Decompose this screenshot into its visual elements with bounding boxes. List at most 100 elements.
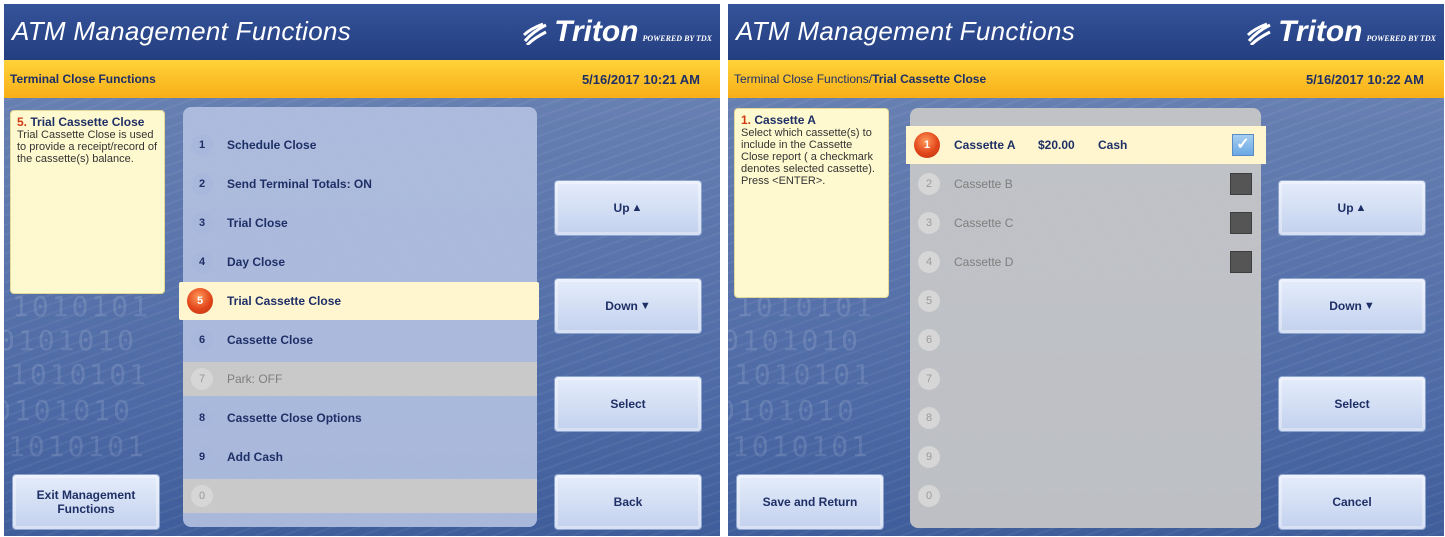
breadcrumb: Terminal Close Functions/Trial Cassette …	[734, 72, 986, 86]
binary-background: 1010101	[732, 430, 872, 463]
help-number: 1.	[741, 113, 752, 127]
option-label: Schedule Close	[227, 138, 317, 152]
binary-background: 1010101	[8, 430, 148, 463]
option-label: Cassette Close	[227, 333, 314, 347]
cassette-row-d[interactable]: 4 Cassette D	[910, 245, 1264, 279]
up-button[interactable]: Up ▲	[554, 180, 702, 236]
option-number: 8	[918, 407, 940, 429]
menu-option-send-terminal-totals[interactable]: 2 Send Terminal Totals: ON	[183, 167, 537, 201]
cassette-row-b[interactable]: 2 Cassette B	[910, 167, 1264, 201]
menu-option-park: 7 Park: OFF	[183, 362, 537, 396]
binary-background: 1010101	[12, 290, 152, 323]
save-return-button-label: Save and Return	[762, 495, 858, 509]
help-panel: 1. Cassette A Select which cassette(s) t…	[734, 108, 889, 298]
cassette-row-empty: 7	[910, 362, 1264, 396]
option-number: 3	[191, 212, 213, 234]
cassette-checkbox-checked[interactable]: ✓	[1232, 134, 1254, 156]
binary-background: 0101010	[728, 324, 862, 357]
terminal-close-functions-screen: 1010101 0101010 1010101 0101010 1010101 …	[4, 4, 720, 536]
up-arrow-icon: ▲	[631, 202, 643, 214]
cancel-button-label: Cancel	[1332, 495, 1372, 509]
help-text: Trial Cassette Close is used to provide …	[17, 129, 158, 165]
option-number: 5	[918, 290, 940, 312]
help-title: 5. Trial Cassette Close	[17, 116, 158, 128]
cassette-row-empty: 6	[910, 323, 1264, 357]
down-button[interactable]: Down ▼	[554, 278, 702, 334]
down-button-label: Down	[605, 299, 638, 313]
menu-option-add-cash[interactable]: 9 Add Cash	[183, 440, 537, 474]
option-number-selected: 5	[187, 288, 213, 314]
option-number: 1	[191, 134, 213, 156]
select-button[interactable]: Select	[554, 376, 702, 432]
cassette-list-panel: 1 Cassette A $20.00 Cash ✓ 2 Cassette B …	[906, 108, 1266, 528]
option-number: 6	[918, 329, 940, 351]
down-button[interactable]: Down ▼	[1278, 278, 1426, 334]
help-text: Select which cassette(s) to include in t…	[741, 127, 875, 187]
cassette-row-a[interactable]: 1 Cassette A $20.00 Cash ✓	[906, 126, 1266, 164]
option-number: 4	[191, 251, 213, 273]
option-number: 4	[918, 251, 940, 273]
up-button[interactable]: Up ▲	[1278, 180, 1426, 236]
exit-management-functions-button[interactable]: Exit Management Functions	[12, 474, 160, 530]
cassette-checkbox[interactable]	[1230, 212, 1252, 234]
option-number: 6	[191, 329, 213, 351]
select-button[interactable]: Select	[1278, 376, 1426, 432]
back-button-label: Back	[613, 495, 643, 509]
cassette-row-empty: 8	[910, 401, 1264, 435]
cassette-row-empty: 9	[910, 440, 1264, 474]
menu-option-day-close[interactable]: 4 Day Close	[183, 245, 537, 279]
title-bar: ATM Management Functions Triton POWERED …	[4, 4, 720, 60]
option-label: Cassette Close Options	[227, 411, 362, 425]
option-number: 7	[918, 368, 940, 390]
option-number: 2	[918, 173, 940, 195]
binary-background: 1010101	[734, 358, 874, 391]
option-label: Add Cash	[227, 450, 284, 464]
cassette-row-c[interactable]: 3 Cassette C	[910, 206, 1264, 240]
cancel-button[interactable]: Cancel	[1278, 474, 1426, 530]
triton-logo: Triton POWERED BY TDX	[1246, 13, 1436, 47]
brand-name: Triton	[1278, 15, 1363, 48]
help-title-text: Cassette A	[754, 113, 816, 127]
cassette-checkbox[interactable]	[1230, 173, 1252, 195]
option-number: 9	[191, 446, 213, 468]
triton-logo: Triton POWERED BY TDX	[522, 13, 712, 47]
app-title: ATM Management Functions	[736, 16, 1076, 46]
breadcrumb: Terminal Close Functions	[10, 72, 156, 86]
menu-option-cassette-close-options[interactable]: 8 Cassette Close Options	[183, 401, 537, 435]
menu-option-trial-cassette-close[interactable]: 5 Trial Cassette Close	[179, 282, 539, 320]
cassette-amount: $20.00	[1038, 138, 1075, 152]
binary-background: 0101010	[728, 394, 858, 427]
option-label: Trial Close	[227, 216, 288, 230]
option-number: 9	[918, 446, 940, 468]
up-arrow-icon: ▲	[1355, 202, 1367, 214]
menu-option-schedule-close[interactable]: 1 Schedule Close	[183, 128, 537, 162]
cassette-name: Cassette A	[954, 138, 1016, 152]
app-title: ATM Management Functions	[12, 16, 352, 46]
option-number: 8	[191, 407, 213, 429]
cassette-name: Cassette C	[954, 216, 1014, 230]
option-label: Send Terminal Totals: ON	[227, 177, 372, 191]
brand-tagline: POWERED BY TDX	[642, 34, 713, 43]
cassette-checkbox[interactable]	[1230, 251, 1252, 273]
option-number: 3	[918, 212, 940, 234]
menu-option-cassette-close[interactable]: 6 Cassette Close	[183, 323, 537, 357]
cassette-row-empty: 5	[910, 284, 1264, 318]
cassette-type: Cash	[1098, 138, 1128, 152]
help-title: 1. Cassette A	[741, 114, 882, 126]
help-title-text: Trial Cassette Close	[30, 115, 145, 129]
menu-option-trial-close[interactable]: 3 Trial Close	[183, 206, 537, 240]
down-arrow-icon: ▼	[639, 300, 651, 312]
cassette-name: Cassette B	[954, 177, 1013, 191]
binary-background: 1010101	[10, 358, 150, 391]
menu-panel: 1 Schedule Close 2 Send Terminal Totals:…	[179, 107, 539, 527]
check-icon: ✓	[1236, 136, 1250, 153]
breadcrumb-path: Terminal Close Functions/	[734, 72, 873, 86]
option-label: Park: OFF	[227, 372, 283, 386]
down-arrow-icon: ▼	[1363, 300, 1375, 312]
brand-tagline: POWERED BY TDX	[1366, 34, 1437, 43]
save-and-return-button[interactable]: Save and Return	[736, 474, 884, 530]
menu-option-empty: 0	[183, 479, 537, 513]
back-button[interactable]: Back	[554, 474, 702, 530]
select-button-label: Select	[610, 397, 646, 411]
cassette-row-empty: 0	[910, 479, 1264, 513]
